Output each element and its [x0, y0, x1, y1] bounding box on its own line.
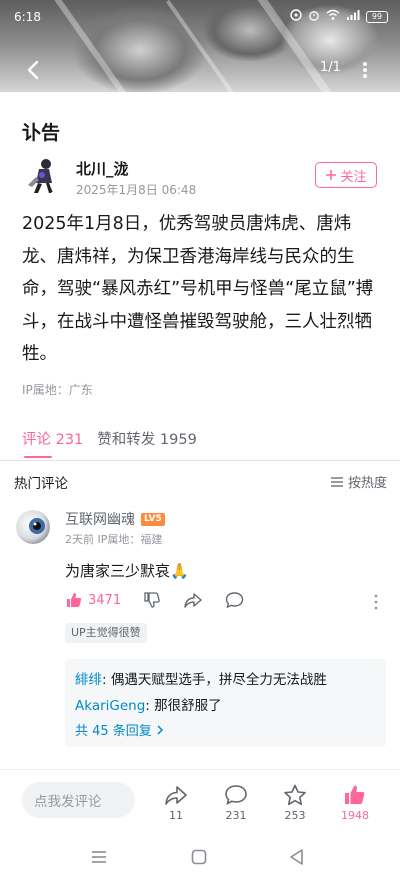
active-tab-indicator: [24, 456, 52, 458]
chat-bubble-icon: [225, 592, 244, 609]
chat-bubble-icon: [225, 785, 247, 806]
divider: [0, 769, 400, 770]
chevron-left-icon: [27, 60, 39, 80]
post-tabs: 评论 231 赞和转发 1959: [22, 428, 197, 449]
tab-likes-reposts[interactable]: 赞和转发 1959: [97, 428, 197, 449]
follow-button[interactable]: 关注: [315, 162, 377, 188]
comment-meta: 2天前 IP属地：福建: [65, 533, 163, 546]
post-body: 2025年1月8日，优秀驾驶员唐炜虎、唐炜龙、唐炜祥，为保卫香港海岸线与民众的生…: [22, 214, 374, 364]
thumbs-up-icon: [345, 785, 365, 804]
reply-count-label: 共 45 条回复: [75, 724, 152, 739]
star-icon: [284, 784, 306, 806]
menu-icon: [92, 851, 106, 863]
comment-input[interactable]: 点我发评论: [22, 782, 135, 818]
like-button[interactable]: 1948: [334, 784, 376, 822]
reply-author[interactable]: 緋绯: [75, 672, 102, 688]
sort-icon: [331, 476, 343, 487]
more-vertical-icon: [363, 62, 367, 78]
square-icon: [191, 849, 207, 865]
alarm-icon: [308, 9, 320, 24]
status-bar: 6:18 99: [0, 0, 400, 34]
chevron-right-icon: [157, 724, 163, 735]
wifi-icon: [326, 9, 340, 24]
system-back-button[interactable]: [285, 845, 309, 869]
more-options-button[interactable]: [360, 56, 370, 84]
share-count: 11: [169, 809, 183, 822]
like-count: 1948: [341, 809, 369, 822]
favorite-count: 253: [284, 809, 306, 822]
tab-comments[interactable]: 评论 231: [22, 428, 83, 449]
battery-indicator: 99: [366, 10, 388, 23]
comment-count: 231: [225, 809, 247, 822]
comment-text: 为唐家三少默哀🙏: [65, 562, 189, 580]
recent-apps-button[interactable]: [87, 845, 111, 869]
commenter-avatar[interactable]: [16, 510, 50, 544]
comment-reply-button[interactable]: [225, 591, 244, 609]
reply-author[interactable]: AkariGeng: [75, 698, 145, 714]
author-name[interactable]: 北川_泷: [76, 158, 129, 179]
more-vertical-icon: [374, 594, 378, 610]
comment-more-button[interactable]: [371, 592, 381, 612]
thumbs-up-icon: [67, 593, 82, 607]
back-button[interactable]: [20, 56, 48, 84]
notification-icon: [290, 9, 302, 24]
share-icon: [184, 593, 202, 608]
up-liked-tag: UP主觉得很赞: [65, 623, 147, 643]
sort-button[interactable]: 按热度: [330, 472, 387, 491]
system-nav-bar: [0, 835, 400, 879]
reply-text: : 那很舒服了: [145, 698, 222, 714]
post-date: 2025年1月8日 06:48: [76, 183, 197, 197]
comment-like-count: 3471: [88, 592, 122, 608]
reply-item: 緋绯: 偶遇天赋型选手，拼尽全力无法战胜: [75, 668, 376, 688]
comment-share-button[interactable]: [183, 591, 203, 609]
commenter-name[interactable]: 互联网幽魂: [65, 509, 135, 529]
comments-button[interactable]: 231: [215, 784, 257, 822]
commenter-name-row: 互联网幽魂 LV5: [65, 509, 165, 529]
share-icon: [165, 786, 187, 805]
page-indicator: 1/1: [320, 60, 341, 75]
status-icons: 99: [290, 9, 388, 24]
view-all-replies-link[interactable]: 共 45 条回复: [75, 720, 376, 739]
post-ip-location: IP属地：广东: [22, 383, 93, 397]
share-button[interactable]: 11: [155, 784, 197, 822]
sort-label: 按热度: [348, 476, 388, 491]
comment-actions: 3471: [65, 591, 244, 609]
post-title: 讣告: [22, 122, 61, 144]
reply-text: : 偶遇天赋型选手，拼尽全力无法战胜: [102, 672, 327, 688]
thumbs-down-icon: [144, 592, 160, 608]
favorite-button[interactable]: 253: [274, 784, 316, 822]
comment-like-button[interactable]: 3471: [65, 591, 121, 609]
follow-label: 关注: [340, 169, 367, 185]
hot-comments-label: 热门评论: [14, 476, 68, 492]
plus-icon: [326, 170, 337, 180]
reply-item: AkariGeng: 那很舒服了: [75, 694, 376, 714]
triangle-back-icon: [290, 849, 303, 865]
comment-dislike-button[interactable]: [143, 591, 161, 609]
home-button[interactable]: [187, 845, 211, 869]
level-badge: LV5: [141, 512, 165, 526]
divider: [0, 460, 400, 461]
status-time: 6:18: [14, 10, 41, 24]
signal-icon: [346, 9, 360, 24]
reply-preview-box[interactable]: 緋绯: 偶遇天赋型选手，拼尽全力无法战胜 AkariGeng: 那很舒服了 共 …: [65, 659, 386, 747]
author-avatar[interactable]: [22, 155, 62, 195]
